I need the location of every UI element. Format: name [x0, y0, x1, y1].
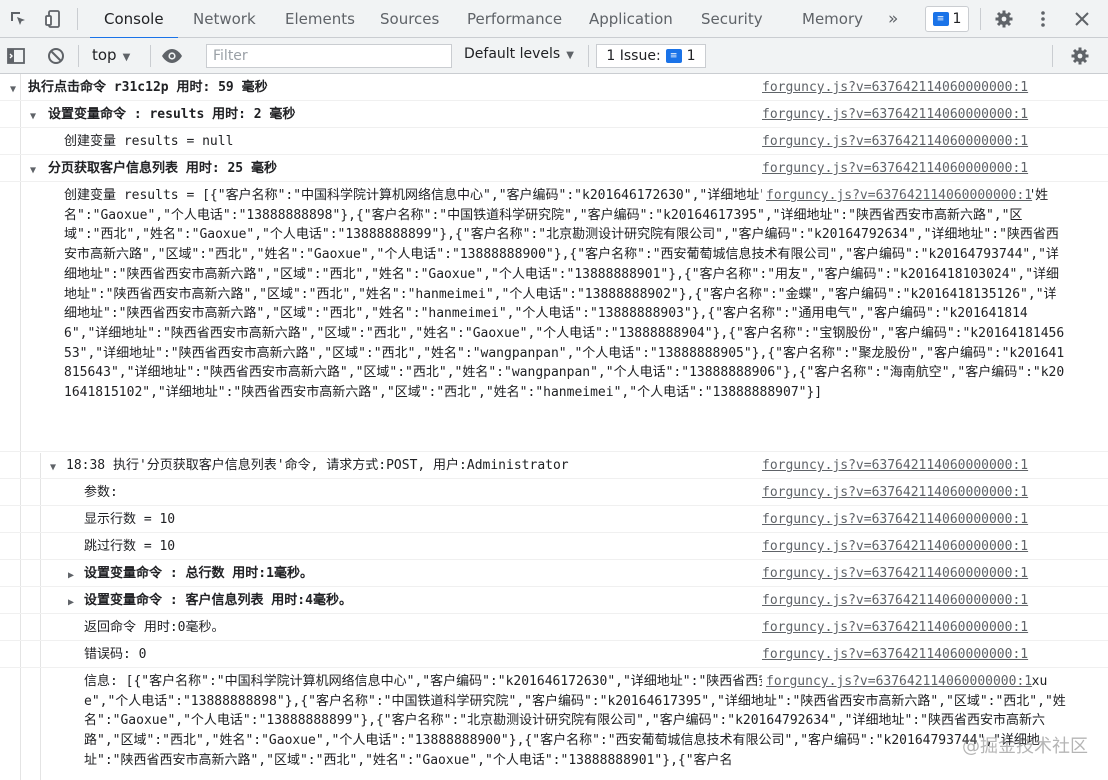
message-count: 1	[952, 11, 962, 27]
tab-sources[interactable]: Sources	[380, 0, 439, 38]
log-message: 跳过行数 = 10	[84, 539, 176, 554]
source-link[interactable]: forguncy.js?v=637642114060000000:1	[762, 510, 1028, 530]
log-message: 分页获取客户信息列表 用时: 25 毫秒	[48, 161, 277, 176]
log-group-header[interactable]: ▼ 执行点击命令 r31c12p 用时: 59 毫秒 forguncy.js?v…	[0, 74, 1108, 101]
source-link[interactable]: forguncy.js?v=637642114060000000:1	[762, 132, 1028, 152]
log-entry: 信息: [{"客户名称":"中国科学院计算机网络信息中心","客户编码":"k2…	[0, 668, 1108, 780]
log-entry: 参数: forguncy.js?v=637642114060000000:1	[0, 479, 1108, 506]
tab-application[interactable]: Application	[589, 0, 673, 38]
inspect-element-icon[interactable]	[6, 7, 30, 31]
more-tabs-button[interactable]: »	[888, 0, 898, 38]
log-entry: 创建变量 results = null forguncy.js?v=637642…	[0, 128, 1108, 155]
source-link[interactable]: forguncy.js?v=637642114060000000:1	[762, 456, 1028, 476]
log-message: 显示行数 = 10	[84, 512, 176, 527]
log-message: 参数:	[84, 485, 118, 500]
log-message: 18:38 执行'分页获取客户信息列表'命令, 请求方式:POST, 用户:Ad…	[66, 458, 569, 473]
source-link[interactable]: forguncy.js?v=637642114060000000:1	[762, 537, 1028, 557]
source-link[interactable]: forguncy.js?v=637642114060000000:1	[762, 564, 1028, 584]
source-link[interactable]: forguncy.js?v=637642114060000000:1	[762, 186, 1033, 206]
log-entry: 返回命令 用时:0毫秒。 forguncy.js?v=6376421140600…	[0, 614, 1108, 641]
tab-elements[interactable]: Elements	[285, 0, 355, 38]
log-group-header[interactable]: ▶ 设置变量命令 : 客户信息列表 用时:4毫秒。 forguncy.js?v=…	[0, 587, 1108, 614]
log-message: 返回命令 用时:0毫秒。	[84, 620, 225, 635]
source-link[interactable]: forguncy.js?v=637642114060000000:1	[762, 483, 1028, 503]
divider	[1052, 45, 1053, 67]
settings-gear-icon[interactable]	[992, 7, 1016, 31]
source-link[interactable]: forguncy.js?v=637642114060000000:1	[762, 105, 1028, 125]
log-levels-dropdown[interactable]: Default levels ▼	[464, 46, 574, 62]
log-message: 错误码: 0	[84, 647, 147, 662]
expanded-triangle-icon: ▼	[50, 462, 57, 473]
tab-memory[interactable]: Memory	[802, 0, 863, 38]
console-log[interactable]: ▼ 执行点击命令 r31c12p 用时: 59 毫秒 forguncy.js?v…	[0, 74, 1108, 780]
console-settings-gear-icon[interactable]	[1068, 44, 1092, 68]
issues-label: 1 Issue:	[606, 48, 661, 64]
log-message: 设置变量命令 : 客户信息列表 用时:4毫秒。	[84, 593, 352, 608]
source-link[interactable]: forguncy.js?v=637642114060000000:1	[762, 672, 1033, 692]
log-group-header[interactable]: ▼ 设置变量命令 : results 用时: 2 毫秒 forguncy.js?…	[0, 101, 1108, 128]
log-message: 设置变量命令 : results 用时: 2 毫秒	[48, 107, 296, 122]
collapsed-triangle-icon: ▶	[68, 597, 75, 608]
caret-down-icon: ▼	[566, 50, 574, 61]
divider	[150, 45, 151, 67]
show-sidebar-icon[interactable]	[4, 44, 28, 68]
divider	[78, 45, 79, 67]
live-expression-eye-icon[interactable]	[160, 44, 184, 68]
source-link[interactable]: forguncy.js?v=637642114060000000:1	[762, 78, 1028, 98]
tab-console[interactable]: Console	[90, 0, 177, 39]
log-entry: 跳过行数 = 10 forguncy.js?v=6376421140600000…	[0, 533, 1108, 560]
messages-badge[interactable]: ≡ 1	[925, 6, 969, 32]
log-message: 执行点击命令 r31c12p 用时: 59 毫秒	[28, 80, 268, 95]
more-options-icon[interactable]	[1031, 7, 1055, 31]
close-icon[interactable]	[1070, 7, 1094, 31]
source-link[interactable]: forguncy.js?v=637642114060000000:1	[762, 159, 1028, 179]
source-link[interactable]: forguncy.js?v=637642114060000000:1	[762, 618, 1028, 638]
log-entry: 创建变量 results = [{"客户名称":"中国科学院计算机网络信息中心"…	[0, 182, 1108, 452]
log-message: 设置变量命令 : 总行数 用时:1毫秒。	[84, 566, 313, 581]
issue-icon: ≡	[665, 49, 682, 63]
clear-console-icon[interactable]	[44, 44, 68, 68]
filter-input[interactable]: Filter	[206, 44, 452, 68]
log-entry: 错误码: 0 forguncy.js?v=637642114060000000:…	[0, 641, 1108, 668]
caret-down-icon: ▼	[122, 52, 131, 63]
collapsed-triangle-icon: ▶	[68, 570, 75, 581]
source-link[interactable]: forguncy.js?v=637642114060000000:1	[762, 591, 1028, 611]
expanded-triangle-icon: ▼	[10, 84, 17, 95]
tab-performance[interactable]: Performance	[467, 0, 562, 38]
log-entry: 显示行数 = 10 forguncy.js?v=6376421140600000…	[0, 506, 1108, 533]
message-icon: ≡	[932, 12, 949, 26]
issues-count: 1	[686, 48, 696, 64]
expanded-triangle-icon: ▼	[30, 165, 37, 176]
devtools-tab-bar: Console Network Elements Sources Perform…	[0, 0, 1108, 39]
log-group-header[interactable]: ▼ 18:38 执行'分页获取客户信息列表'命令, 请求方式:POST, 用户:…	[0, 452, 1108, 479]
context-value: top	[92, 46, 117, 64]
context-selector[interactable]: top ▼	[92, 46, 130, 64]
tab-network[interactable]: Network	[193, 0, 256, 38]
tab-security[interactable]: Security	[701, 0, 763, 38]
expanded-triangle-icon: ▼	[30, 111, 37, 122]
log-levels-value: Default levels	[464, 46, 561, 62]
source-link[interactable]: forguncy.js?v=637642114060000000:1	[762, 645, 1028, 665]
watermark: @掘金技术社区	[962, 736, 1088, 757]
log-group-header[interactable]: ▶ 设置变量命令 : 总行数 用时:1毫秒。 forguncy.js?v=637…	[0, 560, 1108, 587]
divider	[588, 45, 589, 67]
log-message: 创建变量 results = null	[64, 134, 234, 149]
divider	[77, 8, 78, 30]
device-toolbar-icon[interactable]	[42, 7, 66, 31]
issues-button[interactable]: 1 Issue: ≡ 1	[596, 44, 706, 68]
log-group-header[interactable]: ▼ 分页获取客户信息列表 用时: 25 毫秒 forguncy.js?v=637…	[0, 155, 1108, 182]
log-message: 创建变量 results = [{"客户名称":"中国科学院计算机网络信息中心"…	[64, 188, 1065, 401]
divider	[980, 8, 981, 30]
console-toolbar: top ▼ Filter Default levels ▼ 1 Issue: ≡ 1	[0, 38, 1108, 74]
